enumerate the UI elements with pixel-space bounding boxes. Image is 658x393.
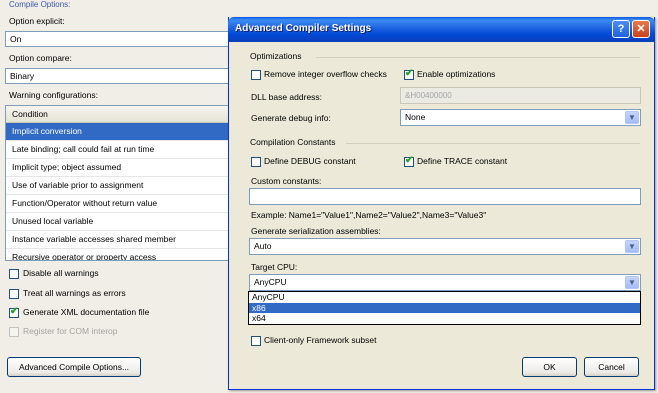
define-trace-checkbox[interactable]: ✔ (404, 155, 414, 167)
dropdown-option[interactable]: x86 (249, 302, 640, 313)
table-row[interactable]: Instance variable accesses shared member (6, 231, 234, 249)
compilation-constants-divider (346, 143, 640, 144)
cancel-button[interactable]: Cancel (584, 357, 639, 377)
dropdown-option[interactable]: x64 (249, 313, 640, 324)
generate-debug-info-select[interactable]: None ▼ (400, 109, 641, 126)
dll-base-address-input: &H00400000 (400, 87, 641, 104)
warning-configurations-label: Warning configurations: (9, 90, 98, 100)
client-only-framework-checkbox[interactable] (251, 336, 261, 346)
generate-debug-info-label: Generate debug info: (251, 113, 331, 123)
table-row[interactable]: Function/Operator without return value (6, 195, 234, 213)
register-com-interop-checkbox (9, 327, 19, 337)
remove-overflow-checks-checkbox[interactable] (251, 70, 261, 80)
disable-all-warnings-label: Disable all warnings (23, 268, 99, 278)
disable-all-warnings-checkbox[interactable] (9, 269, 19, 279)
enable-optimizations-label: Enable optimizations (417, 69, 496, 79)
compilation-constants-heading: Compilation Constants (250, 137, 336, 147)
chevron-down-icon[interactable]: ▼ (625, 240, 639, 253)
generate-debug-info-value: None (405, 112, 426, 122)
define-debug-label: Define DEBUG constant (264, 156, 356, 166)
custom-constants-input[interactable] (249, 188, 641, 205)
table-row[interactable]: Late binding; call could fail at run tim… (6, 141, 234, 159)
dropdown-option[interactable]: AnyCPU (249, 292, 640, 303)
checkmark-icon: ✔ (405, 155, 414, 166)
option-compare-select[interactable]: Binary (5, 68, 235, 84)
enable-optimizations-checkbox[interactable]: ✔ (404, 68, 414, 80)
warning-configurations-grid[interactable]: Condition Implicit conversion Late bindi… (5, 105, 235, 261)
optimizations-heading: Optimizations (250, 51, 302, 61)
help-icon[interactable]: ? (612, 20, 630, 38)
client-only-framework-label: Client-only Framework subset (264, 335, 377, 345)
close-icon[interactable]: ✕ (632, 20, 650, 38)
advanced-compile-options-button[interactable]: Advanced Compile Options... (7, 357, 141, 377)
option-compare-label: Option compare: (9, 53, 72, 63)
checkmark-icon: ✔ (405, 68, 414, 79)
table-row[interactable]: Implicit conversion (6, 123, 234, 141)
treat-warnings-as-errors-label: Treat all warnings as errors (23, 288, 126, 298)
table-row[interactable]: Unused local variable (6, 213, 234, 231)
condition-column-header[interactable]: Condition (6, 106, 234, 123)
target-cpu-value: AnyCPU (254, 277, 287, 287)
dll-base-address-label: DLL base address: (251, 92, 323, 102)
custom-constants-example: Example: Name1="Value1",Name2="Value2",N… (251, 210, 487, 220)
serialization-assemblies-value: Auto (254, 241, 272, 251)
dialog-title: Advanced Compiler Settings (235, 23, 372, 34)
serialization-assemblies-select[interactable]: Auto ▼ (249, 238, 641, 255)
chevron-down-icon[interactable]: ▼ (625, 276, 639, 289)
dialog-title-bar[interactable]: Advanced Compiler Settings ? ✕ (228, 17, 655, 42)
target-cpu-select[interactable]: AnyCPU ▼ (249, 274, 641, 291)
table-row[interactable]: Implicit type; object assumed (6, 159, 234, 177)
define-trace-label: Define TRACE constant (417, 156, 508, 166)
chevron-down-icon[interactable]: ▼ (625, 111, 639, 124)
generate-xml-doc-label: Generate XML documentation file (23, 307, 150, 317)
table-row[interactable]: Recursive operator or property access (6, 249, 234, 260)
option-explicit-select[interactable]: On (5, 31, 235, 47)
ok-button[interactable]: OK (522, 357, 577, 377)
custom-constants-label: Custom constants: (251, 176, 322, 186)
register-com-interop-label: Register for COM interop (23, 326, 118, 336)
target-cpu-label: Target CPU: (251, 262, 298, 272)
treat-warnings-as-errors-checkbox[interactable] (9, 289, 19, 299)
optimizations-divider (316, 57, 640, 58)
generate-xml-doc-checkbox[interactable]: ✔ (9, 306, 19, 318)
option-explicit-label: Option explicit: (9, 16, 65, 26)
checkmark-icon: ✔ (10, 306, 19, 317)
serialization-assemblies-label: Generate serialization assemblies: (251, 226, 381, 236)
table-row[interactable]: Use of variable prior to assignment (6, 177, 234, 195)
target-cpu-dropdown-list[interactable]: AnyCPU x86 x64 (248, 291, 641, 325)
remove-overflow-checks-label: Remove integer overflow checks (264, 69, 387, 79)
compile-options-heading: Compile Options: (9, 0, 71, 9)
define-debug-checkbox[interactable] (251, 157, 261, 167)
